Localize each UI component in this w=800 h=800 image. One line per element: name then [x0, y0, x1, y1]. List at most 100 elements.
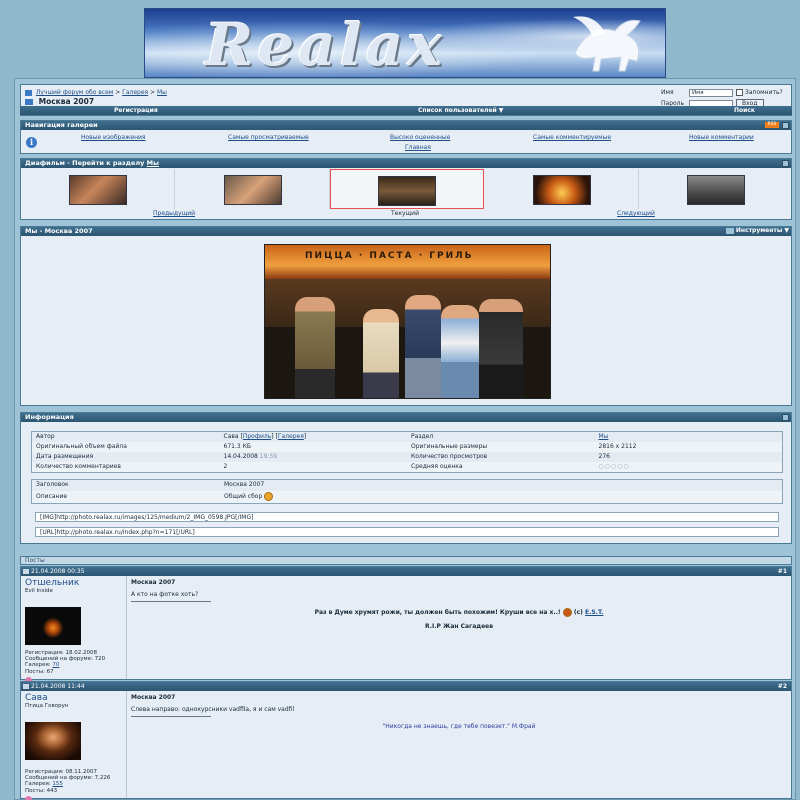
most-commented-link[interactable]: Самые комментируемые — [533, 134, 611, 141]
user-gallery-link[interactable]: Галерея — [278, 433, 304, 440]
user-title: Птица Говорун — [25, 703, 69, 709]
top-rated-link[interactable]: Высоко оцененные — [390, 134, 450, 141]
username-link[interactable]: Отшельник — [25, 578, 122, 588]
profile-link[interactable]: Профиль — [243, 433, 271, 440]
post-text: Слева направо: однокурсники vadflla, я и… — [131, 706, 295, 713]
new-comments-link[interactable]: Новые комментарии — [689, 134, 754, 141]
thumb-image[interactable] — [532, 175, 591, 205]
navbar-links: Регистрация Список пользователей ▼ Поиск — [20, 106, 792, 115]
signature-divider — [131, 716, 211, 717]
filmstrip-title: Диафильм - Перейти к разделу — [25, 159, 145, 167]
post-number[interactable]: #2 — [778, 682, 787, 691]
table-row: Количество комментариев 2 Средняя оценка… — [32, 462, 782, 472]
filmstrip-section-link[interactable]: Мы — [147, 159, 159, 167]
post-date: 21.04.2008 11:44 — [31, 683, 85, 690]
thumb-4[interactable] — [485, 169, 639, 209]
register-link[interactable]: Регистрация — [114, 107, 158, 114]
breadcrumb-section[interactable]: Мы — [157, 89, 167, 96]
thumb-5[interactable] — [639, 169, 793, 209]
collapse-icon[interactable] — [782, 160, 789, 167]
post-title: Москва 2007 — [131, 579, 176, 586]
table-row: Заголовок Москва 2007 — [32, 480, 782, 491]
pegasus-icon — [573, 16, 641, 72]
post-date: 21.04.2008 00:35 — [31, 568, 85, 575]
signature-link[interactable]: E.S.T. — [585, 609, 603, 616]
signature-divider — [131, 601, 211, 602]
user-gallery-link[interactable]: 155 — [52, 781, 63, 787]
avatar[interactable] — [25, 722, 81, 760]
post-icon — [23, 684, 29, 689]
post-author: Сава Птица Говорун Регистрация: 08.11.20… — [21, 691, 127, 800]
thumb-1[interactable] — [21, 169, 175, 209]
gallery-home-link[interactable]: Главная — [405, 144, 431, 151]
breadcrumb: Лучший форум обо всем > Галерея > Мы — [25, 89, 167, 96]
thumb-image[interactable] — [223, 175, 282, 205]
thumb-image[interactable] — [687, 175, 745, 205]
posts-header: Посты — [20, 556, 792, 565]
search-link[interactable]: Поиск — [734, 107, 755, 114]
reputation-icon — [25, 796, 32, 800]
tools-menu[interactable]: Инструменты ▼ — [725, 227, 789, 234]
username-label: Имя — [661, 89, 674, 96]
home-icon[interactable] — [25, 89, 32, 96]
pumpkin-icon — [562, 608, 572, 617]
collapse-icon[interactable] — [782, 414, 789, 421]
signature-line2: R.I.P Жан Сагадеев — [424, 623, 494, 630]
smiley-icon — [264, 492, 274, 501]
collapse-icon[interactable] — [782, 122, 789, 129]
bbcode-img-field[interactable]: [IMG]http://photo.realax.ru/images/125/m… — [35, 512, 779, 522]
remember-label: Запомнить? — [745, 89, 783, 96]
post-title: Москва 2007 — [131, 694, 176, 701]
site-banner[interactable]: Realax — [144, 8, 666, 78]
breadcrumb-forum[interactable]: Лучший форум обо всем — [36, 89, 113, 96]
person-3 — [405, 295, 441, 398]
arrow-icon — [25, 99, 33, 105]
filmstrip: Диафильм - Перейти к разделу Мы Предыдущ… — [20, 158, 792, 220]
new-images-link[interactable]: Новые изображения — [81, 134, 146, 141]
most-viewed-link[interactable]: Самые просматриваемые — [228, 134, 309, 141]
gallery-nav-title: Навигация галереи — [25, 121, 98, 129]
rss-icon[interactable]: RSS — [765, 122, 779, 128]
rating-stars[interactable]: ○○○○○ — [595, 462, 783, 472]
section-link[interactable]: Мы — [595, 432, 783, 442]
gallery-nav: Навигация галереи RSS i Новые изображени… — [20, 120, 792, 154]
signature: Раз в Думе хрумят рожи, ты должен быть п… — [314, 608, 604, 617]
post-text: А кто на фотке хоть? — [131, 591, 199, 598]
username-input[interactable]: Имя — [689, 88, 733, 97]
current-label: Текущий — [391, 210, 419, 217]
thumb-2[interactable] — [176, 169, 330, 209]
photo-title: Мы - Москва 2007 — [25, 227, 93, 235]
post-body: Москва 2007 Слева направо: однокурсники … — [131, 694, 787, 730]
bbcode-url-field[interactable]: [URL]http://photo.realax.ru/index.php?n=… — [35, 527, 779, 537]
avatar[interactable] — [25, 607, 81, 645]
person-2 — [363, 309, 399, 398]
username-link[interactable]: Сава — [25, 693, 122, 703]
site-logo: Realax — [205, 11, 446, 78]
table-row: Дата размещения 14.04.2008 19:59 Количес… — [32, 452, 782, 462]
thumb-image[interactable] — [68, 175, 127, 205]
info-icon: i — [26, 137, 37, 148]
person-5 — [479, 299, 523, 398]
info-box: Информация Автор Сава [Профиль] [Галерея… — [20, 412, 792, 544]
info-title: Информация — [25, 413, 74, 421]
breadcrumb-gallery[interactable]: Галерея — [122, 89, 148, 96]
post-number[interactable]: #1 — [778, 567, 787, 576]
user-stats: Регистрация: 18.02.2008 Сообщений на фор… — [25, 650, 106, 675]
post-1: 21.04.2008 00:35 #1 Отшельник Evil Inside… — [20, 566, 792, 684]
sign-text: ПИЦЦА · ПАСТА · ГРИЛЬ — [305, 251, 474, 261]
person-4 — [441, 305, 479, 398]
remember-checkbox[interactable] — [736, 89, 743, 96]
thumb-image[interactable] — [378, 176, 436, 206]
post-icon — [23, 569, 29, 574]
table-row: Описание Общий сбор — [32, 491, 782, 503]
main-photo[interactable]: ПИЦЦА · ПАСТА · ГРИЛЬ — [264, 244, 551, 399]
thumb-current[interactable] — [330, 169, 484, 209]
user-gallery-link[interactable]: 70 — [52, 662, 59, 668]
person-1 — [295, 297, 335, 398]
next-link[interactable]: Следующий — [617, 210, 655, 217]
prev-link[interactable]: Предыдущий — [153, 210, 195, 217]
post-2: 21.04.2008 11:44 #2 Сава Птица Говорун Ре… — [20, 681, 792, 800]
meta-table: Заголовок Москва 2007 Описание Общий сбо… — [31, 479, 783, 504]
user-stats: Регистрация: 08.11.2007 Сообщений на фор… — [25, 769, 111, 794]
members-link[interactable]: Список пользователей ▼ — [418, 107, 503, 114]
